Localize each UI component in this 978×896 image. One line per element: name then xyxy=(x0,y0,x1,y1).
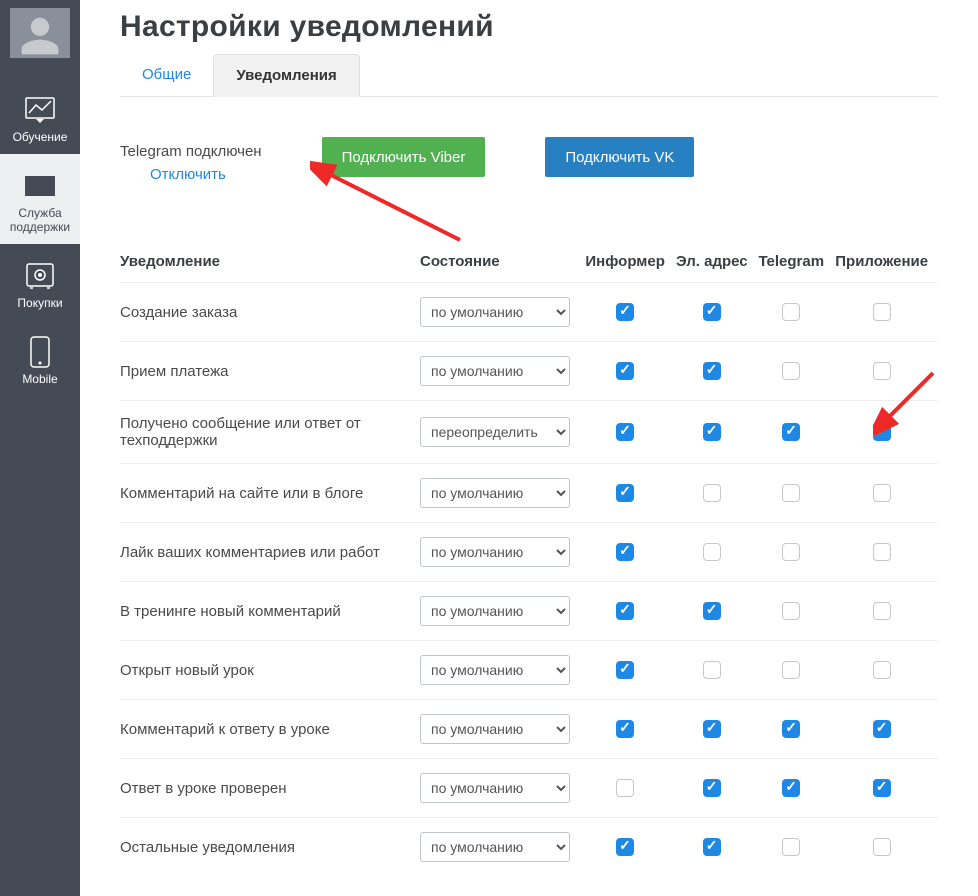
checkbox[interactable] xyxy=(782,838,800,856)
checkbox[interactable] xyxy=(873,362,891,380)
checkbox xyxy=(616,720,634,738)
checkbox xyxy=(703,362,721,380)
state-select[interactable]: по умолчаниюпереопределить xyxy=(420,478,570,508)
checkbox[interactable] xyxy=(873,303,891,321)
checkbox xyxy=(873,720,891,738)
state-select[interactable]: по умолчаниюпереопределить xyxy=(420,356,570,386)
table-row: Комментарий на сайте или в блогепо умолч… xyxy=(120,464,938,523)
notifications-table: Уведомление Состояние Информер Эл. адрес… xyxy=(120,243,938,876)
state-select[interactable]: по умолчаниюпереопределить xyxy=(420,537,570,567)
table-row: Открыт новый урокпо умолчаниюпереопредел… xyxy=(120,641,938,700)
notification-label: Комментарий к ответу в уроке xyxy=(120,700,420,759)
checkbox[interactable] xyxy=(873,484,891,502)
notification-label: Комментарий на сайте или в блоге xyxy=(120,464,420,523)
checkbox xyxy=(616,602,634,620)
envelope-icon xyxy=(0,166,80,206)
table-row: Остальные уведомленияпо умолчаниюпереопр… xyxy=(120,818,938,877)
checkbox[interactable] xyxy=(873,602,891,620)
col-app: Приложение xyxy=(833,243,938,283)
checkbox xyxy=(616,303,634,321)
checkbox[interactable] xyxy=(616,423,634,441)
sidebar-item-label: Mobile xyxy=(0,372,80,386)
sidebar: Обучение Служба поддержки Покупки Mobile xyxy=(0,0,80,896)
sidebar-item-label: Покупки xyxy=(0,296,80,310)
tab-general[interactable]: Общие xyxy=(120,54,213,96)
checkbox[interactable] xyxy=(703,661,721,679)
checkbox[interactable] xyxy=(616,779,634,797)
chart-icon xyxy=(0,90,80,130)
sidebar-item-label: Обучение xyxy=(0,130,80,144)
table-row: Создание заказапо умолчаниюпереопределит… xyxy=(120,283,938,342)
state-select[interactable]: по умолчаниюпереопределить xyxy=(420,655,570,685)
checkbox xyxy=(703,779,721,797)
safe-icon xyxy=(0,256,80,296)
checkbox xyxy=(782,720,800,738)
tabs: Общие Уведомления xyxy=(120,54,938,97)
col-telegram: Telegram xyxy=(757,243,833,283)
col-notification: Уведомление xyxy=(120,243,420,283)
notification-label: Ответ в уроке проверен xyxy=(120,759,420,818)
sidebar-item-purchases[interactable]: Покупки xyxy=(0,244,80,320)
checkbox xyxy=(703,838,721,856)
checkbox[interactable] xyxy=(782,484,800,502)
tab-notifications[interactable]: Уведомления xyxy=(213,54,359,97)
checkbox[interactable] xyxy=(703,423,721,441)
state-select[interactable]: по умолчаниюпереопределить xyxy=(420,297,570,327)
connect-vk-button[interactable]: Подключить VK xyxy=(545,137,694,177)
table-row: Получено сообщение или ответ от техподде… xyxy=(120,401,938,464)
checkbox[interactable] xyxy=(873,543,891,561)
checkbox xyxy=(873,779,891,797)
table-row: Лайк ваших комментариев или работпо умол… xyxy=(120,523,938,582)
checkbox xyxy=(616,838,634,856)
state-select[interactable]: по умолчаниюпереопределить xyxy=(420,832,570,862)
state-select[interactable]: по умолчаниюпереопределить xyxy=(420,596,570,626)
notification-label: Получено сообщение или ответ от техподде… xyxy=(120,401,420,464)
sidebar-item-training[interactable]: Обучение xyxy=(0,78,80,154)
table-row: Комментарий к ответу в урокепо умолчанию… xyxy=(120,700,938,759)
notification-label: Лайк ваших комментариев или работ xyxy=(120,523,420,582)
notification-label: Остальные уведомления xyxy=(120,818,420,877)
mobile-icon xyxy=(0,332,80,372)
sidebar-item-mobile[interactable]: Mobile xyxy=(0,320,80,396)
sidebar-item-label: Служба поддержки xyxy=(0,206,80,234)
checkbox[interactable] xyxy=(782,303,800,321)
checkbox xyxy=(703,602,721,620)
checkbox xyxy=(703,303,721,321)
sidebar-item-support[interactable]: Служба поддержки xyxy=(0,154,80,244)
col-informer: Информер xyxy=(584,243,675,283)
disconnect-telegram-link[interactable]: Отключить xyxy=(150,166,262,183)
checkbox xyxy=(616,543,634,561)
table-row: Прием платежапо умолчаниюпереопределить xyxy=(120,342,938,401)
checkbox[interactable] xyxy=(873,661,891,679)
checkbox[interactable] xyxy=(703,543,721,561)
notification-label: Создание заказа xyxy=(120,283,420,342)
checkbox[interactable] xyxy=(782,602,800,620)
page-title: Настройки уведомлений xyxy=(120,10,938,44)
checkbox xyxy=(616,362,634,380)
col-email: Эл. адрес xyxy=(675,243,758,283)
notification-label: В тренинге новый комментарий xyxy=(120,582,420,641)
checkbox[interactable] xyxy=(873,838,891,856)
connect-viber-button[interactable]: Подключить Viber xyxy=(322,137,486,177)
checkbox xyxy=(703,720,721,738)
state-select[interactable]: по умолчаниюпереопределить xyxy=(420,773,570,803)
col-state: Состояние xyxy=(420,243,584,283)
telegram-status-text: Telegram подключен xyxy=(120,143,262,160)
table-row: Ответ в уроке проверенпо умолчаниюпереоп… xyxy=(120,759,938,818)
notification-label: Прием платежа xyxy=(120,342,420,401)
checkbox[interactable] xyxy=(782,362,800,380)
checkbox[interactable] xyxy=(873,423,891,441)
checkbox[interactable] xyxy=(703,484,721,502)
checkbox xyxy=(616,484,634,502)
checkbox[interactable] xyxy=(782,661,800,679)
state-select[interactable]: по умолчаниюпереопределить xyxy=(420,714,570,744)
notification-label: Открыт новый урок xyxy=(120,641,420,700)
state-select[interactable]: по умолчаниюпереопределить xyxy=(420,417,570,447)
table-row: В тренинге новый комментарийпо умолчанию… xyxy=(120,582,938,641)
checkbox xyxy=(782,779,800,797)
avatar[interactable] xyxy=(10,8,70,58)
checkbox[interactable] xyxy=(782,543,800,561)
checkbox xyxy=(616,661,634,679)
checkbox[interactable] xyxy=(782,423,800,441)
